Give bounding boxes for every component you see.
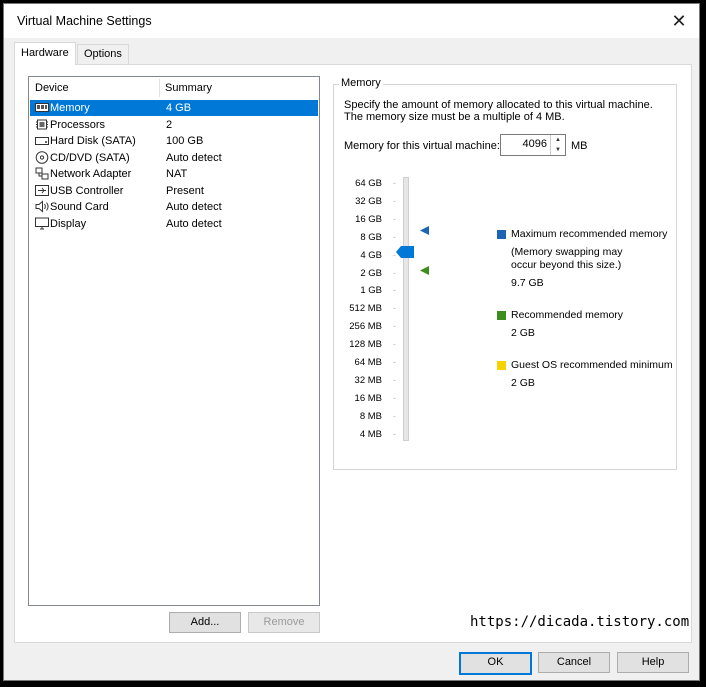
spin-down-button[interactable]: ▼	[551, 145, 565, 155]
usb-icon	[35, 184, 49, 196]
help-button[interactable]: Help	[617, 652, 689, 673]
device-summary: 4 GB	[166, 102, 192, 114]
remove-device-button[interactable]: Remove	[248, 612, 320, 633]
memory-group: Memory Specify the amount of memory allo…	[333, 77, 677, 470]
device-row-hard-disk[interactable]: Hard Disk (SATA) 100 GB	[30, 133, 318, 149]
memory-slider-track[interactable]	[403, 177, 409, 441]
device-row-usb-controller[interactable]: USB Controller Present	[30, 183, 318, 199]
memory-spinner: ▲ ▼	[550, 135, 565, 155]
guest-min-label: Guest OS recommended minimum	[511, 359, 673, 371]
scale-tick: 64 GB	[334, 178, 396, 189]
device-row-sound-card[interactable]: Sound Card Auto detect	[30, 199, 318, 215]
device-row-memory[interactable]: Memory 4 GB	[30, 100, 318, 116]
device-summary: NAT	[166, 168, 188, 180]
guest-min-swatch	[497, 361, 506, 370]
max-recommended-label: Maximum recommended memory	[511, 228, 668, 240]
device-summary: Auto detect	[166, 151, 222, 164]
settings-window: Virtual Machine Settings ✕ Hardware Opti…	[4, 4, 699, 680]
scale-tick: 64 MB	[334, 357, 396, 368]
device-summary: Auto detect	[166, 217, 222, 230]
monitor-icon	[35, 217, 49, 229]
device-summary: Present	[166, 184, 204, 197]
ok-button[interactable]: OK	[459, 652, 532, 675]
title-bar: Virtual Machine Settings ✕	[4, 4, 699, 38]
watermark-url: https://dicada.tistory.com	[470, 614, 690, 630]
scale-tick: 32 GB	[334, 196, 396, 207]
device-name: Sound Card	[50, 201, 109, 213]
recommended-swatch	[497, 311, 506, 320]
guest-min-value: 2 GB	[511, 377, 535, 389]
window-title: Virtual Machine Settings	[17, 14, 152, 28]
speaker-icon	[35, 200, 49, 213]
column-divider[interactable]	[159, 79, 160, 97]
scale-tick: 32 MB	[334, 375, 396, 386]
max-recommended-note: (Memory swapping may occur beyond this s…	[511, 246, 623, 271]
memory-description: Specify the amount of memory allocated t…	[344, 99, 653, 123]
device-summary: 2	[166, 118, 173, 131]
memory-slider-thumb[interactable]	[396, 246, 414, 258]
memory-value[interactable]: 4096	[523, 138, 547, 150]
recommended-label: Recommended memory	[511, 309, 624, 321]
memory-unit: MB	[571, 140, 588, 152]
device-summary: Auto detect	[166, 201, 222, 213]
scale-tick: 8 GB	[334, 232, 396, 243]
network-adapter-icon	[35, 167, 49, 180]
scale-tick: 4 MB	[334, 429, 396, 440]
device-summary: 100 GB	[166, 135, 204, 147]
scale-tick: 16 GB	[334, 214, 396, 225]
device-row-network-adapter[interactable]: Network Adapter NAT	[30, 166, 318, 182]
device-name: Network Adapter	[50, 168, 132, 180]
cancel-button[interactable]: Cancel	[538, 652, 610, 673]
device-name: CD/DVD (SATA)	[50, 151, 130, 164]
device-row-display[interactable]: Display Auto detect	[30, 216, 318, 232]
device-name: Display	[50, 217, 87, 230]
close-button[interactable]: ✕	[667, 10, 691, 32]
tab-hardware[interactable]: Hardware	[14, 42, 76, 65]
device-column-header[interactable]: Device	[35, 77, 69, 99]
memory-icon	[35, 103, 49, 112]
processor-icon	[36, 119, 48, 129]
scale-tick: 512 MB	[334, 303, 396, 314]
scale-tick: 1 GB	[334, 285, 396, 296]
scale-tick: 2 GB	[334, 268, 396, 279]
memory-field-label: Memory for this virtual machine:	[344, 140, 500, 152]
memory-group-label: Memory	[339, 77, 383, 89]
device-name: Hard Disk (SATA)	[50, 135, 136, 147]
hard-disk-icon	[35, 137, 49, 145]
scale-tick: 8 MB	[334, 411, 396, 422]
scale-tick: 256 MB	[334, 321, 396, 332]
device-name: Memory	[50, 102, 90, 114]
device-row-cd-dvd[interactable]: CD/DVD (SATA) Auto detect	[30, 150, 318, 166]
max-recommended-swatch	[497, 230, 506, 239]
tab-options[interactable]: Options	[77, 44, 129, 64]
device-list[interactable]: Device Summary Memory 4 GB Processors 2 …	[28, 76, 320, 606]
device-name: USB Controller	[50, 184, 124, 197]
scale-tick: 4 GB	[334, 250, 396, 261]
add-device-button[interactable]: Add...	[169, 612, 241, 633]
scale-tick: 128 MB	[334, 339, 396, 350]
recommended-marker	[420, 266, 429, 275]
max-recommended-marker	[420, 226, 429, 235]
spin-up-button[interactable]: ▲	[551, 135, 565, 145]
device-row-processors[interactable]: Processors 2	[30, 117, 318, 133]
scale-tick: 16 MB	[334, 393, 396, 404]
cd-dvd-icon	[35, 150, 49, 164]
device-name: Processors	[50, 118, 106, 131]
max-recommended-value: 9.7 GB	[511, 277, 544, 289]
summary-column-header[interactable]: Summary	[165, 77, 212, 99]
recommended-value: 2 GB	[511, 327, 535, 339]
hardware-panel: Device Summary Memory 4 GB Processors 2 …	[14, 64, 692, 643]
memory-size-input[interactable]: 4096 ▲ ▼	[500, 134, 566, 156]
